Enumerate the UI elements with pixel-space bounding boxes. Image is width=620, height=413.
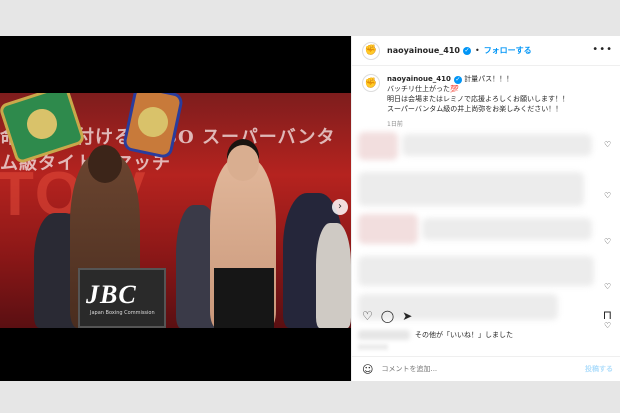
- send-icon[interactable]: ➤: [402, 309, 412, 323]
- caption-timestamp: 1日前: [387, 121, 403, 128]
- likes-text: その他が「いいね！」しました: [415, 331, 513, 339]
- backdrop-top: [0, 0, 620, 36]
- boxer-left-head: [88, 145, 122, 183]
- jbc-logo: JBC: [86, 280, 137, 309]
- follow-button[interactable]: フォローする: [484, 45, 532, 56]
- next-image-button[interactable]: ›: [332, 199, 348, 215]
- blurred-comment: [358, 132, 398, 160]
- caption-username[interactable]: naoyainoue_410: [387, 75, 451, 83]
- more-options-icon[interactable]: •••: [592, 44, 613, 55]
- blurred-comment: [422, 218, 592, 240]
- add-comment-bar: ☺ 投稿する: [352, 356, 620, 381]
- comment-like-heart-icon[interactable]: ♡: [604, 237, 611, 246]
- comments-list-blurred: ♡ ♡ ♡ ♡ ♡: [358, 132, 611, 330]
- blurred-post-date: [358, 344, 388, 350]
- bookmark-icon[interactable]: ⊓: [603, 308, 612, 322]
- blurred-comment: [358, 256, 594, 286]
- post-caption: ✊ naoyainoue_410 ✓ 計量パス！！！ バッチリ仕上がった💯 明日は…: [362, 74, 614, 130]
- blurred-comment: [402, 134, 592, 156]
- instagram-post-modal: 命を突き付ける WBO スーパーバンタム級タイトルマッチ TO V JBC Ja…: [0, 36, 620, 381]
- likes-summary[interactable]: その他が「いいね！」しました: [358, 330, 614, 340]
- emoji-icon[interactable]: ☺: [362, 363, 373, 376]
- post-comment-button[interactable]: 投稿する: [585, 364, 613, 374]
- backdrop-bottom: [0, 381, 620, 413]
- post-photo: 命を突き付ける WBO スーパーバンタム級タイトルマッチ TO V JBC Ja…: [0, 93, 351, 328]
- separator: •: [474, 46, 480, 55]
- jbc-podium: JBC Japan Boxing Commission: [78, 268, 166, 328]
- verified-badge-icon: ✓: [453, 76, 462, 84]
- boxer-right-head: [227, 145, 259, 181]
- blurred-comment: [358, 214, 418, 244]
- background-person: [316, 223, 351, 328]
- post-media[interactable]: 命を突き付ける WBO スーパーバンタム級タイトルマッチ TO V JBC Ja…: [0, 36, 351, 381]
- caption-line: スーパーバンタム級の井上尚弥をお楽しみください！！: [387, 105, 563, 113]
- caption-line: バッチリ仕上がった💯: [387, 85, 459, 93]
- caption-line: 明日は会場またはレミノで応援よろしくお願いします！！: [387, 95, 569, 103]
- post-header: ✊ naoyainoue_410 ✓ • フォローする •••: [352, 36, 620, 66]
- author-username[interactable]: naoyainoue_410: [387, 46, 460, 55]
- blurred-liker-name: [358, 330, 410, 340]
- jbc-subtitle: Japan Boxing Commission: [90, 310, 155, 316]
- boxer-right-shorts: [214, 268, 274, 328]
- caption-line: 計量パス！！！: [464, 75, 514, 83]
- post-actions-bar: ♡ ◯ ➤ ⊓: [362, 308, 614, 324]
- verified-badge-icon: ✓: [462, 46, 471, 55]
- comment-input[interactable]: [381, 365, 562, 373]
- heart-icon[interactable]: ♡: [362, 309, 373, 323]
- avatar[interactable]: ✊: [362, 41, 380, 60]
- post-side-panel: ✊ naoyainoue_410 ✓ • フォローする ••• ✊ naoyai…: [351, 36, 620, 381]
- comment-like-heart-icon[interactable]: ♡: [604, 282, 611, 291]
- comment-like-heart-icon[interactable]: ♡: [604, 140, 611, 149]
- caption-avatar[interactable]: ✊: [362, 74, 380, 92]
- comment-like-heart-icon[interactable]: ♡: [604, 191, 611, 200]
- comment-icon[interactable]: ◯: [381, 309, 394, 323]
- blurred-comment: [358, 172, 584, 206]
